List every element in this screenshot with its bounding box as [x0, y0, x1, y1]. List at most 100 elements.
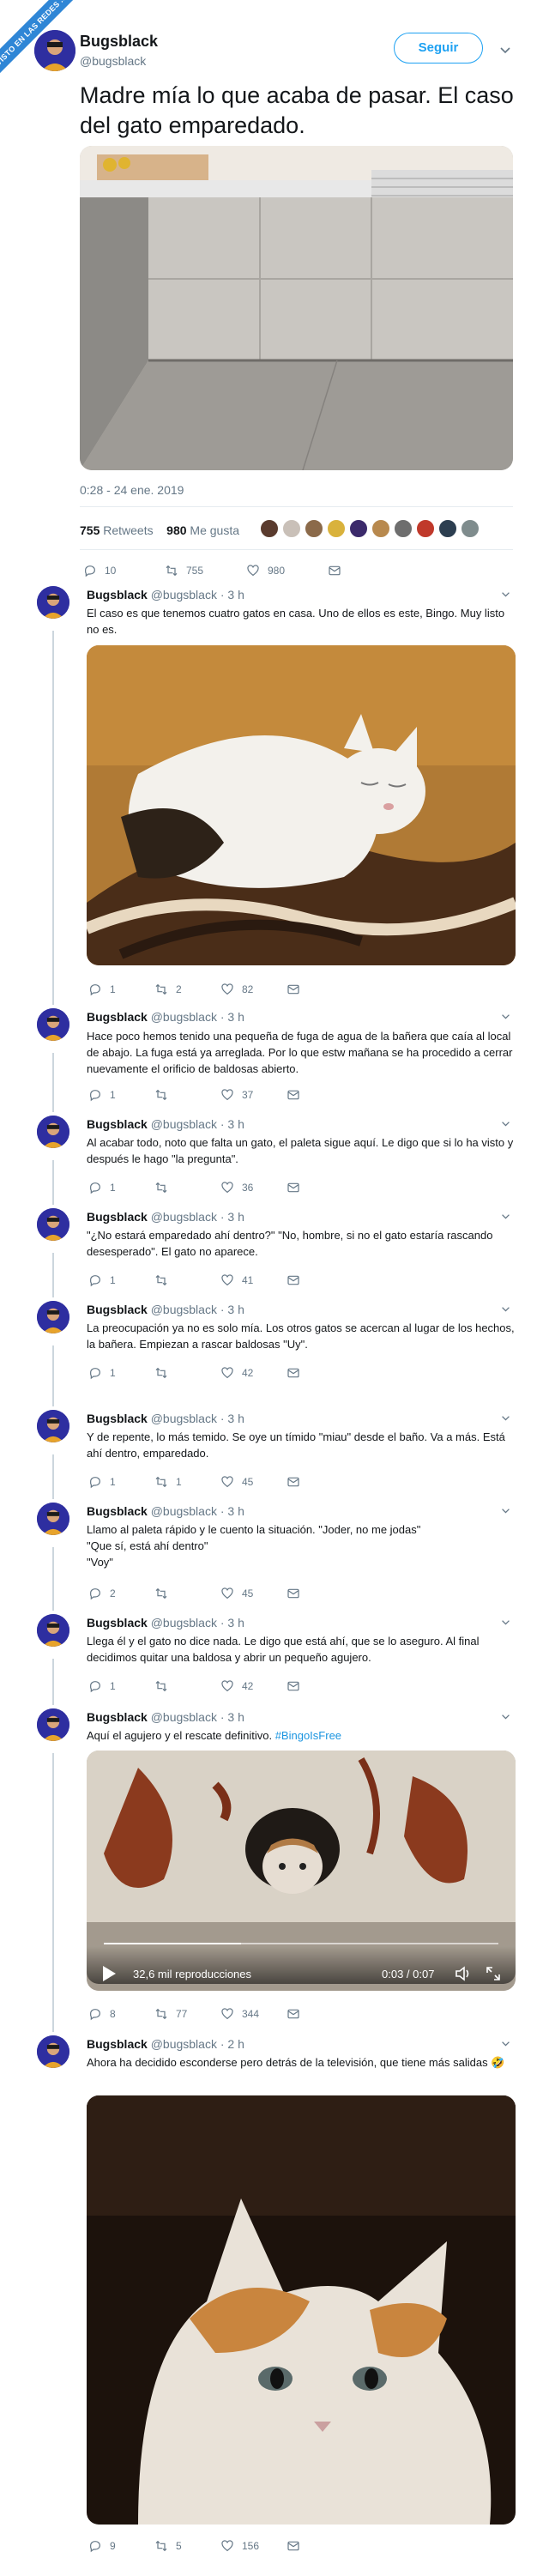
liker-avatar[interactable] — [371, 518, 391, 539]
avatar[interactable] — [34, 30, 75, 71]
direct-message-button[interactable] — [287, 1179, 300, 1196]
like-button[interactable]: 42 — [220, 1364, 253, 1382]
liker-avatar[interactable] — [304, 518, 324, 539]
reply-button[interactable]: 1 — [88, 1473, 116, 1491]
author-name[interactable]: Bugsblack — [80, 33, 158, 51]
author-name[interactable]: Bugsblack — [87, 1010, 148, 1024]
chevron-down-icon[interactable] — [501, 1213, 510, 1220]
direct-message-button[interactable] — [287, 1086, 300, 1104]
retweet-button[interactable] — [154, 1364, 176, 1382]
chevron-down-icon[interactable] — [501, 591, 510, 598]
reply-button[interactable]: 9 — [88, 2537, 116, 2555]
cat-photo[interactable] — [87, 2095, 516, 2525]
chevron-down-icon[interactable] — [501, 1619, 510, 1626]
author-handle[interactable]: @bugsblack · 3 h — [151, 1210, 244, 1224]
avatar[interactable] — [37, 1708, 69, 1741]
author-handle[interactable]: @bugsblack · 3 h — [151, 1117, 244, 1131]
retweet-button[interactable] — [154, 1179, 176, 1196]
direct-message-button[interactable] — [287, 2005, 300, 2023]
author-name[interactable]: Bugsblack — [87, 1117, 148, 1131]
author-name[interactable]: Bugsblack — [87, 1210, 148, 1224]
reply-button[interactable]: 2 — [88, 1585, 116, 1602]
author-name[interactable]: Bugsblack — [87, 1504, 148, 1518]
direct-message-button[interactable] — [287, 981, 300, 998]
avatar[interactable] — [37, 1410, 69, 1442]
reply-button[interactable]: 10 — [83, 562, 116, 579]
author-name[interactable]: Bugsblack — [87, 1303, 148, 1316]
author-name[interactable]: Bugsblack — [87, 2037, 148, 2051]
author-name[interactable]: Bugsblack — [87, 1710, 148, 1724]
like-button[interactable]: 156 — [220, 2537, 259, 2555]
avatar[interactable] — [37, 1208, 69, 1241]
likes-label[interactable]: Me gusta — [190, 523, 239, 537]
avatar[interactable] — [37, 1503, 69, 1535]
reply-button[interactable]: 1 — [88, 1179, 116, 1196]
reply-button[interactable]: 1 — [88, 1272, 116, 1289]
volume-icon[interactable] — [455, 1966, 472, 1981]
retweet-button[interactable]: 1 — [154, 1473, 182, 1491]
direct-message-button[interactable] — [287, 1678, 300, 1695]
liker-avatar[interactable] — [393, 518, 413, 539]
author-handle[interactable]: @bugsblack · 3 h — [151, 588, 244, 602]
chevron-down-icon[interactable] — [501, 1415, 510, 1422]
retweet-button[interactable] — [154, 1086, 176, 1104]
liker-avatar[interactable] — [437, 518, 458, 539]
author-handle[interactable]: @bugsblack — [80, 54, 146, 68]
like-button[interactable]: 41 — [220, 1272, 253, 1289]
retweet-button[interactable]: 755 — [165, 562, 203, 579]
liker-avatar[interactable] — [281, 518, 302, 539]
like-button[interactable]: 42 — [220, 1678, 253, 1695]
reply-button[interactable]: 1 — [88, 1086, 116, 1104]
avatar[interactable] — [37, 2035, 69, 2068]
direct-message-button[interactable] — [287, 1364, 300, 1382]
reply-button[interactable]: 1 — [88, 1678, 116, 1695]
author-name[interactable]: Bugsblack — [87, 1412, 148, 1425]
play-icon[interactable] — [101, 1965, 117, 1982]
author-handle[interactable]: @bugsblack · 3 h — [151, 1504, 244, 1518]
liker-avatar[interactable] — [326, 518, 347, 539]
reply-button[interactable]: 1 — [88, 981, 116, 998]
retweet-button[interactable]: 5 — [154, 2537, 182, 2555]
author-name[interactable]: Bugsblack — [87, 588, 148, 602]
avatar[interactable] — [37, 1008, 69, 1041]
retweet-button[interactable] — [154, 1585, 176, 1602]
chevron-down-icon[interactable] — [501, 1508, 510, 1515]
direct-message-button[interactable] — [328, 562, 341, 579]
liker-avatar[interactable] — [348, 518, 369, 539]
author-handle[interactable]: @bugsblack · 3 h — [151, 1710, 244, 1724]
bathtub-photo[interactable] — [80, 146, 513, 470]
follow-button[interactable]: Seguir — [394, 33, 483, 63]
retweet-button[interactable]: 2 — [154, 981, 182, 998]
chevron-down-icon[interactable] — [501, 1121, 510, 1128]
retweet-button[interactable] — [154, 1272, 176, 1289]
author-handle[interactable]: @bugsblack · 3 h — [151, 1010, 244, 1024]
like-button[interactable]: 82 — [220, 981, 253, 998]
liker-avatar[interactable] — [259, 518, 280, 539]
chevron-down-icon[interactable] — [501, 1013, 510, 1020]
avatar[interactable] — [37, 1116, 69, 1148]
like-button[interactable]: 45 — [220, 1473, 253, 1491]
avatar[interactable] — [37, 586, 69, 619]
liker-avatar[interactable] — [415, 518, 436, 539]
retweets-count[interactable]: 755 — [80, 523, 100, 537]
author-handle[interactable]: @bugsblack · 3 h — [151, 1412, 244, 1425]
chevron-down-icon[interactable] — [499, 46, 511, 55]
author-handle[interactable]: @bugsblack · 2 h — [151, 2037, 244, 2051]
direct-message-button[interactable] — [287, 2537, 300, 2555]
like-button[interactable]: 344 — [220, 2005, 259, 2023]
retweet-button[interactable] — [154, 1678, 176, 1695]
like-button[interactable]: 45 — [220, 1585, 253, 1602]
hashtag-link[interactable]: #BingoIsFree — [275, 1729, 341, 1742]
likes-count[interactable]: 980 — [166, 523, 186, 537]
liker-avatar[interactable] — [460, 518, 480, 539]
tweet-datetime[interactable]: 0:28 - 24 ene. 2019 — [80, 483, 184, 497]
reply-button[interactable]: 8 — [88, 2005, 116, 2023]
chevron-down-icon[interactable] — [501, 2041, 510, 2047]
direct-message-button[interactable] — [287, 1272, 300, 1289]
chevron-down-icon[interactable] — [501, 1714, 510, 1720]
author-name[interactable]: Bugsblack — [87, 1616, 148, 1630]
like-button[interactable]: 36 — [220, 1179, 253, 1196]
cat-photo[interactable] — [87, 645, 516, 965]
direct-message-button[interactable] — [287, 1585, 300, 1602]
like-button[interactable]: 37 — [220, 1086, 253, 1104]
